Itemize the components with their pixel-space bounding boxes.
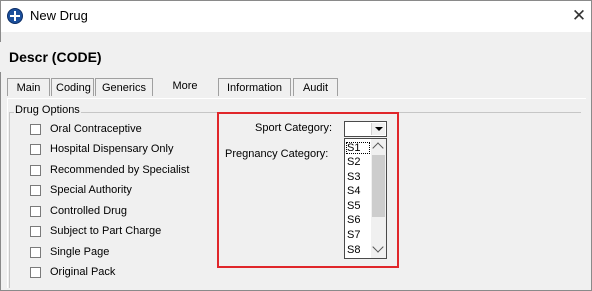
chevron-down-icon[interactable] [371,123,385,135]
dropdown-option[interactable]: S5 [346,200,370,212]
checkbox[interactable] [30,206,41,217]
dropdown-option[interactable]: S1 [346,142,370,154]
checkbox[interactable] [30,144,41,155]
title-bar: New Drug ✕ [1,1,591,32]
dropdown-option[interactable]: S7 [346,229,370,241]
sport-category-label: Sport Category: [255,122,333,134]
drug-descr-header: Descr (CODE) [9,49,102,65]
pregnancy-category-label: Pregnancy Category: [225,148,329,160]
tab-main[interactable]: Main [7,78,50,96]
checkbox[interactable] [30,165,41,176]
option-label: Recommended by Specialist [50,164,190,176]
dropdown-option[interactable]: S3 [346,171,370,183]
option-label: Hospital Dispensary Only [50,143,174,155]
dropdown-option[interactable]: S8 [346,244,370,256]
close-icon[interactable]: ✕ [569,5,589,27]
tab-audit[interactable]: Audit [293,78,338,96]
checkbox[interactable] [30,124,41,135]
window-title: New Drug [30,8,88,23]
chevron-up-icon[interactable] [372,142,384,154]
dropdown-option[interactable]: S2 [346,156,370,168]
option-label: Single Page [50,246,110,258]
option-label: Controlled Drug [50,205,128,217]
drug-options-legend: Drug Options [14,104,81,116]
chevron-down-icon[interactable] [372,241,384,253]
app-icon [7,8,23,24]
option-label: Subject to Part Charge [50,225,162,237]
dropdown-option[interactable]: S6 [346,214,370,226]
scroll-thumb[interactable] [372,155,385,217]
checkbox[interactable] [30,267,41,278]
dropdown-option[interactable]: S4 [346,185,370,197]
option-label: Original Pack [50,266,116,278]
dropdown-scrollbar[interactable] [371,139,386,258]
tab-information[interactable]: Information [218,78,291,96]
option-label: Oral Contraceptive [50,123,142,135]
checkbox[interactable] [30,226,41,237]
checkbox[interactable] [30,185,41,196]
tab-coding[interactable]: Coding [51,78,94,96]
tab-generics[interactable]: Generics [95,78,153,96]
tab-more[interactable]: More [154,76,216,98]
sport-category-select[interactable] [344,121,387,137]
checkbox[interactable] [30,247,41,258]
option-label: Special Authority [50,184,132,196]
